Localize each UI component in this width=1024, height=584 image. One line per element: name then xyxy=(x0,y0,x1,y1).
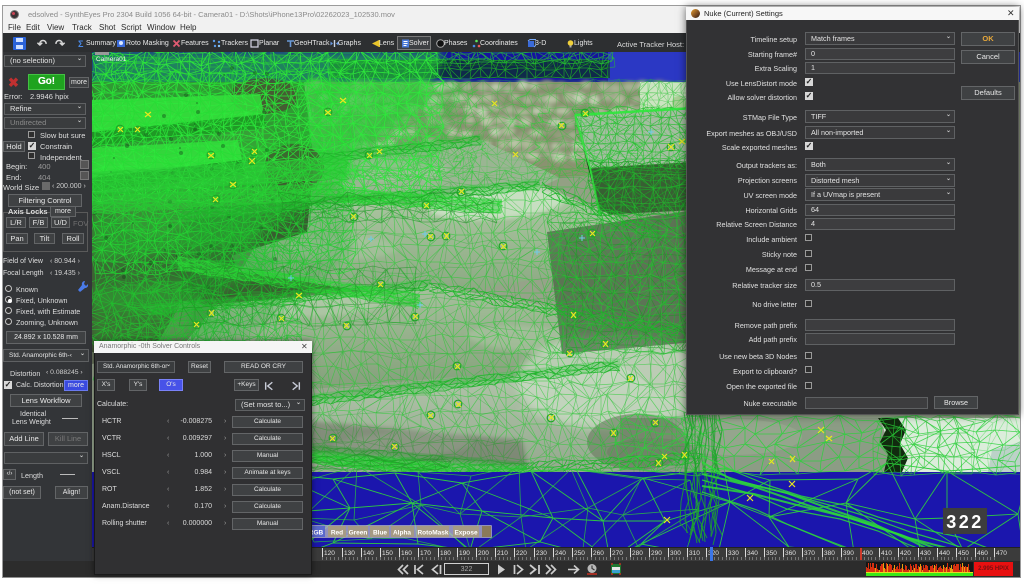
svg-text:Alpha: Alpha xyxy=(393,530,411,537)
svg-text:322: 322 xyxy=(946,512,984,532)
svg-text:Σ: Σ xyxy=(78,39,84,48)
svg-text:RotoMask: RotoMask xyxy=(417,530,448,537)
svg-text:Blue: Blue xyxy=(373,530,387,537)
svg-text:Expose: Expose xyxy=(454,530,478,537)
svg-text:Red: Red xyxy=(331,530,343,537)
svg-text:Green: Green xyxy=(349,530,368,537)
